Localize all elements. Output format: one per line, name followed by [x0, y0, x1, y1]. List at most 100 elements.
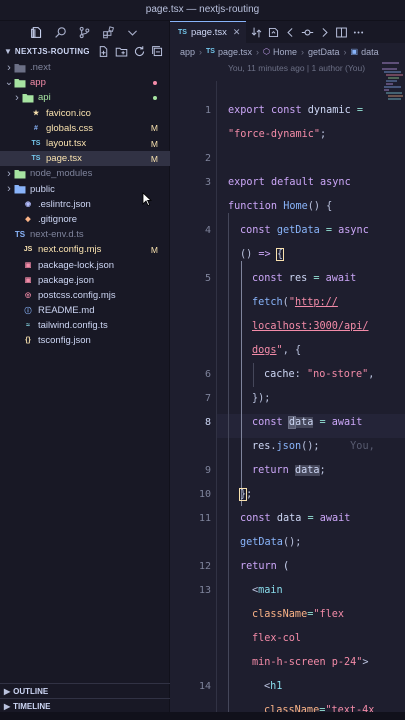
file-item[interactable]: ⓘ README.md: [0, 303, 170, 318]
code-token: default: [270, 177, 314, 188]
refresh-icon[interactable]: [133, 45, 146, 58]
ts-file-icon: TS: [31, 140, 41, 148]
folder-icon: [14, 77, 26, 88]
file-item[interactable]: {} tsconfig.json: [0, 333, 170, 348]
code-area[interactable]: export const dynamic = "force-dynamic"; e…: [170, 21, 405, 720]
file-item[interactable]: ▣ package.json: [0, 273, 170, 288]
folder-item[interactable]: ⌄ app: [0, 75, 170, 90]
file-item[interactable]: ▣ package-lock.json: [0, 257, 170, 272]
status-bar: [0, 712, 405, 720]
code-token: main: [258, 585, 283, 596]
code-token: const: [252, 417, 283, 428]
code-token: export: [228, 177, 265, 188]
outline-label: OUTLINE: [13, 686, 49, 696]
file-item[interactable]: # globals.css M: [0, 121, 170, 136]
code-line: dogs", {: [252, 345, 301, 356]
new-file-icon[interactable]: [97, 45, 110, 58]
code-token: json: [276, 441, 302, 452]
file-item[interactable]: TS next-env.d.ts: [0, 227, 170, 242]
code-token: min-h-screen p-24": [252, 657, 363, 668]
code-line: res.json(); You,: [252, 441, 375, 452]
code-line: return data;: [252, 465, 326, 476]
file-name: app: [30, 77, 46, 89]
timeline-label: TIMELINE: [13, 701, 51, 711]
extensions-icon[interactable]: [96, 21, 120, 43]
files-icon[interactable]: [24, 21, 48, 43]
new-folder-icon[interactable]: [115, 45, 128, 58]
code-token: ;: [320, 129, 327, 140]
code-token: ;: [246, 489, 253, 500]
mouse-pointer-icon: [142, 192, 152, 206]
tw-file-icon: ≈: [26, 322, 30, 330]
modified-badge: M: [150, 244, 158, 255]
code-token: "flex: [313, 609, 345, 620]
code-line: export default async: [228, 177, 351, 188]
code-token: const: [240, 513, 271, 524]
outline-section[interactable]: ▶ OUTLINE: [0, 683, 170, 698]
git-file-icon: ◆: [25, 216, 31, 224]
collapse-all-icon[interactable]: [151, 45, 164, 58]
file-name: api: [38, 92, 51, 104]
code-line: const data = await: [252, 416, 363, 429]
code-token: dynamic: [307, 105, 351, 116]
file-name: globals.css: [46, 122, 93, 134]
file-item[interactable]: ◎ postcss.config.mjs: [0, 288, 170, 303]
file-name: .gitignore: [38, 213, 78, 225]
line-number: 6: [204, 369, 211, 380]
code-token: Home: [283, 201, 308, 212]
file-item[interactable]: ★ favicon.ico: [0, 106, 170, 121]
code-token: ata: [294, 417, 314, 428]
file-name: public: [30, 183, 55, 195]
code-token: return: [252, 465, 289, 476]
search-icon[interactable]: [48, 21, 72, 43]
file-name: node_modules: [30, 168, 93, 180]
code-line: flex-col: [252, 633, 301, 644]
code-line: function Home() {: [228, 201, 332, 212]
file-name: .eslintrc.json: [38, 198, 91, 210]
folder-item[interactable]: › .next: [0, 60, 170, 75]
code-token: const: [240, 225, 271, 236]
chevron-down-icon[interactable]: [120, 21, 144, 43]
line-number: 13: [198, 585, 211, 596]
folder-item[interactable]: › api: [0, 90, 170, 105]
postcss-file-icon: ◎: [24, 292, 32, 300]
file-item[interactable]: TS layout.tsx M: [0, 136, 170, 151]
code-line: export const dynamic =: [228, 105, 369, 116]
file-item[interactable]: JS next.config.mjs M: [0, 242, 170, 257]
code-token: ,: [368, 369, 375, 380]
chevron-right-icon: ›: [7, 183, 11, 196]
code-token: getData: [276, 225, 320, 236]
code-line: min-h-screen p-24">: [252, 657, 369, 668]
file-name: .next: [30, 62, 51, 74]
code-line: });: [252, 393, 270, 404]
line-number: 9: [204, 465, 211, 476]
chevron-right-icon: ›: [7, 167, 11, 180]
source-control-icon[interactable]: [72, 21, 96, 43]
file-item[interactable]: ◆ .gitignore: [0, 212, 170, 227]
modified-badge: M: [150, 123, 158, 134]
code-token: ();: [301, 441, 320, 452]
ts-file-icon: TS: [31, 155, 41, 163]
file-name: page.tsx: [46, 153, 82, 165]
chevron-right-icon: ▶: [4, 701, 11, 711]
TS-file-icon: TS: [14, 230, 26, 240]
code-line: const getData = async: [240, 225, 369, 236]
file-item[interactable]: TS page.tsx M: [0, 151, 170, 167]
npm-file-icon: ▣: [24, 277, 32, 285]
sidebar-toolbar: [0, 21, 170, 43]
code-token: await: [331, 417, 363, 428]
file-item[interactable]: ≈ tailwind.config.ts: [0, 318, 170, 333]
code-token: async: [338, 225, 369, 236]
chevron-down-icon[interactable]: ▼: [4, 47, 12, 56]
code-token: data: [276, 513, 302, 524]
code-token: fetch: [252, 297, 283, 308]
code-line: const res = await: [252, 273, 356, 284]
code-line: <h1: [264, 681, 282, 692]
code-token: "force-dynamic": [228, 129, 321, 140]
explorer-header[interactable]: ▼ NEXTJS-ROUTING: [0, 43, 170, 60]
folder-item[interactable]: › node_modules: [0, 166, 170, 181]
timeline-section[interactable]: ▶ TIMELINE: [0, 698, 170, 713]
line-number: 12: [198, 561, 211, 572]
